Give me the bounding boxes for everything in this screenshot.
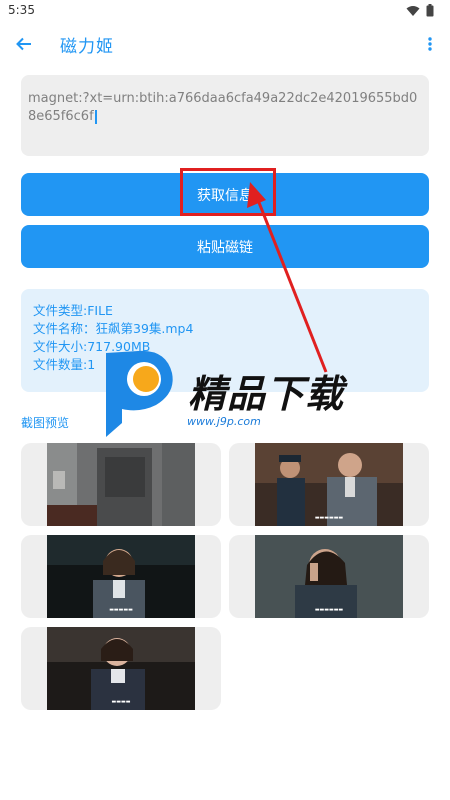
- watermark-brand: 精品下载: [188, 372, 345, 416]
- status-bar: 5:35: [0, 0, 450, 22]
- thumbnail-image: ▬▬▬▬: [47, 627, 195, 710]
- screenshot-thumbnail-3[interactable]: ▬▬▬▬▬: [21, 535, 221, 618]
- screenshot-thumbnail-2[interactable]: ▬▬▬▬▬▬: [229, 443, 429, 526]
- more-vert-icon: [428, 37, 432, 51]
- paste-magnet-button[interactable]: 粘贴磁链: [21, 225, 429, 268]
- paste-magnet-label: 粘贴磁链: [197, 239, 253, 256]
- thumbnail-image: ▬▬▬▬▬▬: [255, 535, 403, 618]
- arrow-left-icon: [16, 37, 31, 51]
- status-time: 5:35: [8, 3, 35, 17]
- file-name: 文件名称：狂飙第39集.mp4: [33, 321, 194, 336]
- thumbnail-image: ▬▬▬▬▬: [47, 535, 195, 618]
- subtitle-overlay: ▬▬▬▬▬▬: [314, 607, 344, 613]
- app-bar: 磁力姬: [0, 24, 450, 64]
- file-type: 文件类型:FILE: [33, 303, 113, 318]
- back-button[interactable]: [12, 32, 36, 56]
- overflow-menu-button[interactable]: [420, 32, 440, 56]
- battery-icon: [426, 4, 434, 17]
- subtitle-overlay: ▬▬▬▬▬▬: [314, 515, 344, 521]
- magnet-input-text: magnet:?xt=urn:btih:a766daa6cfa49a22dc2e…: [28, 91, 418, 124]
- subtitle-overlay: ▬▬▬▬▬: [109, 607, 133, 613]
- wifi-icon: [406, 5, 420, 16]
- watermark-p-icon: [106, 350, 173, 437]
- magnet-input[interactable]: magnet:?xt=urn:btih:a766daa6cfa49a22dc2e…: [21, 75, 429, 156]
- watermark-logo: 精品下载 www.j9p.com: [100, 345, 360, 445]
- watermark-url: www.j9p.com: [187, 415, 261, 428]
- text-cursor: [94, 109, 97, 124]
- page-title: 磁力姬: [60, 37, 114, 57]
- screenshot-thumbnail-5[interactable]: ▬▬▬▬: [21, 627, 221, 710]
- thumbnail-image: [47, 443, 195, 526]
- subtitle-overlay: ▬▬▬▬: [111, 699, 131, 705]
- preview-label: 截图预览: [21, 416, 70, 430]
- status-icons: [406, 4, 434, 17]
- screenshot-thumbnail-4[interactable]: ▬▬▬▬▬▬: [229, 535, 429, 618]
- annotation-highlight-box: [180, 168, 276, 216]
- thumbnail-image: ▬▬▬▬▬▬: [255, 443, 403, 526]
- screenshot-thumbnail-1[interactable]: [21, 443, 221, 526]
